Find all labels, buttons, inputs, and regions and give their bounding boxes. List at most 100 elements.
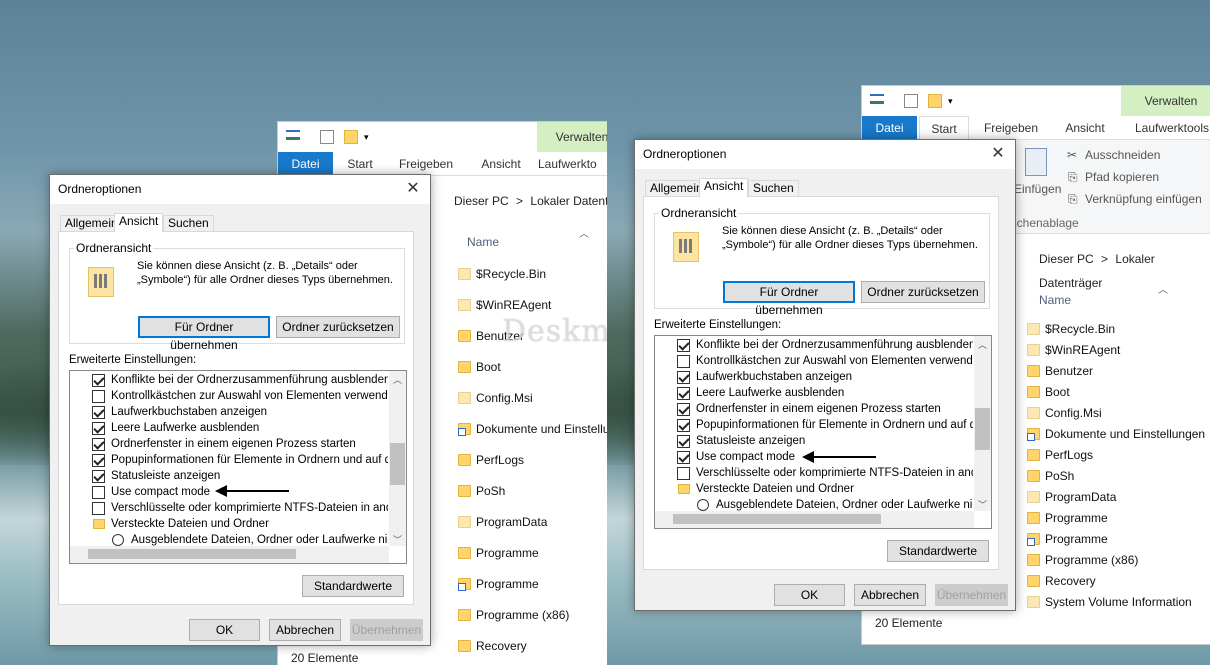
scroll-down-icon[interactable]: ﹀ xyxy=(389,533,406,546)
setting-row[interactable]: Versteckte Dateien und Ordner xyxy=(655,481,973,497)
context-tab-verwalten[interactable]: Verwalten xyxy=(537,122,607,152)
scroll-thumb[interactable] xyxy=(390,443,405,485)
reset-folders-button[interactable]: Ordner zurücksetzen xyxy=(861,281,985,303)
setting-row[interactable]: Statusleiste anzeigen xyxy=(655,433,973,449)
checkbox[interactable] xyxy=(677,371,690,384)
checkmark-doc-icon[interactable] xyxy=(904,94,918,108)
vertical-scrollbar[interactable]: ︿ ﹀ xyxy=(389,371,406,546)
close-icon[interactable]: ✕ xyxy=(987,140,1009,169)
checkbox[interactable] xyxy=(92,454,105,467)
setting-row[interactable]: Ordnerfenster in einem eigenen Prozess s… xyxy=(70,436,388,452)
tab-start[interactable]: Start xyxy=(919,116,969,140)
radio-button[interactable] xyxy=(112,534,124,546)
setting-row[interactable]: Leere Laufwerke ausblenden xyxy=(70,420,388,436)
checkbox[interactable] xyxy=(677,419,690,432)
advanced-settings-list[interactable]: Konflikte bei der Ordnerzusammenführung … xyxy=(69,370,407,564)
advanced-settings-list[interactable]: Konflikte bei der Ordnerzusammenführung … xyxy=(654,335,992,529)
radio-button[interactable] xyxy=(697,499,709,511)
dropdown-arrow-icon[interactable]: ▾ xyxy=(948,94,962,108)
copy-path-button[interactable]: Pfad kopieren xyxy=(1085,170,1159,184)
scroll-thumb[interactable] xyxy=(975,408,990,450)
defaults-button[interactable]: Standardwerte xyxy=(302,575,404,597)
setting-row[interactable]: Versteckte Dateien und Ordner xyxy=(70,516,388,532)
checkbox[interactable] xyxy=(677,451,690,464)
checkbox[interactable] xyxy=(92,502,105,515)
setting-row[interactable]: Kontrollkästchen zur Auswahl von Element… xyxy=(655,353,973,369)
tab-laufwerktools[interactable]: Laufwerktools xyxy=(1124,116,1210,140)
scroll-down-icon[interactable]: ﹀ xyxy=(974,498,991,511)
hscroll-thumb[interactable] xyxy=(673,514,881,524)
setting-row[interactable]: Popupinformationen für Elemente in Ordne… xyxy=(655,417,973,433)
tab-start[interactable]: Start xyxy=(338,152,382,176)
breadcrumb-this-pc[interactable]: Dieser PC xyxy=(454,194,509,208)
ok-button[interactable]: OK xyxy=(774,584,845,606)
checkbox[interactable] xyxy=(677,435,690,448)
setting-row[interactable]: Popupinformationen für Elemente in Ordne… xyxy=(70,452,388,468)
setting-row[interactable]: Use compact mode xyxy=(70,484,388,500)
tab-freigeben[interactable]: Freigeben xyxy=(390,152,462,176)
checkbox[interactable] xyxy=(92,422,105,435)
breadcrumb-this-pc[interactable]: Dieser PC xyxy=(1039,252,1094,266)
tab-ansicht[interactable]: Ansicht xyxy=(114,213,164,232)
tab-suchen[interactable]: Suchen xyxy=(163,215,214,231)
checkbox[interactable] xyxy=(677,355,690,368)
address-bar[interactable]: Dieser PC > Lokaler Datenträger xyxy=(1039,247,1210,290)
properties-icon[interactable] xyxy=(286,130,300,140)
apply-to-folders-button[interactable]: Für Ordner übernehmen xyxy=(138,316,270,352)
tab-ansicht[interactable]: Ansicht xyxy=(699,178,749,197)
hscroll-thumb[interactable] xyxy=(88,549,296,559)
cut-button[interactable]: Ausschneiden xyxy=(1085,148,1160,162)
tab-ansicht[interactable]: Ansicht xyxy=(1056,116,1114,140)
scroll-up-icon[interactable]: ︿ xyxy=(974,338,991,351)
close-icon[interactable]: ✕ xyxy=(402,175,424,204)
properties-icon[interactable] xyxy=(870,94,884,104)
checkbox[interactable] xyxy=(677,339,690,352)
new-folder-icon[interactable] xyxy=(344,130,358,144)
checkbox[interactable] xyxy=(677,387,690,400)
column-header-name[interactable]: Name xyxy=(467,235,499,249)
checkbox[interactable] xyxy=(677,467,690,480)
vertical-scrollbar[interactable]: ︿ ﹀ xyxy=(974,336,991,511)
cancel-button[interactable]: Abbrechen xyxy=(854,584,926,606)
checkbox[interactable] xyxy=(92,406,105,419)
tab-suchen[interactable]: Suchen xyxy=(748,180,799,196)
scroll-up-icon[interactable]: ︿ xyxy=(389,373,406,386)
horizontal-scrollbar[interactable] xyxy=(655,511,974,528)
paste-icon[interactable] xyxy=(1025,148,1047,176)
reset-folders-button[interactable]: Ordner zurücksetzen xyxy=(276,316,400,338)
tab-laufwerktools[interactable]: Laufwerkto xyxy=(536,152,607,176)
breadcrumb-local-drive[interactable]: Lokaler Datentr xyxy=(530,194,607,208)
setting-row[interactable]: Leere Laufwerke ausblenden xyxy=(655,385,973,401)
column-header-name[interactable]: Name xyxy=(1039,293,1071,307)
context-tab-verwalten[interactable]: Verwalten xyxy=(1121,86,1210,116)
address-bar[interactable]: Dieser PC > Lokaler Datentr xyxy=(454,189,607,213)
dropdown-arrow-icon[interactable]: ▾ xyxy=(364,130,378,144)
cancel-button[interactable]: Abbrechen xyxy=(269,619,341,641)
setting-row[interactable]: Laufwerkbuchstaben anzeigen xyxy=(70,404,388,420)
checkbox[interactable] xyxy=(92,486,105,499)
tab-datei[interactable]: Datei xyxy=(862,116,917,140)
ok-button[interactable]: OK xyxy=(189,619,260,641)
paste-label[interactable]: Einfügen xyxy=(1014,182,1061,196)
new-folder-icon[interactable] xyxy=(928,94,942,108)
checkbox[interactable] xyxy=(677,403,690,416)
setting-row[interactable]: Ordnerfenster in einem eigenen Prozess s… xyxy=(655,401,973,417)
scissors-icon[interactable]: ✂ xyxy=(1067,148,1077,162)
setting-row[interactable]: Konflikte bei der Ordnerzusammenführung … xyxy=(655,337,973,353)
checkbox[interactable] xyxy=(92,470,105,483)
checkmark-doc-icon[interactable] xyxy=(320,130,334,144)
tab-ansicht[interactable]: Ansicht xyxy=(472,152,530,176)
checkbox[interactable] xyxy=(92,390,105,403)
horizontal-scrollbar[interactable] xyxy=(70,546,389,563)
setting-row[interactable]: Konflikte bei der Ordnerzusammenführung … xyxy=(70,372,388,388)
setting-row[interactable]: Verschlüsselte oder komprimierte NTFS-Da… xyxy=(655,465,973,481)
setting-row[interactable]: Laufwerkbuchstaben anzeigen xyxy=(655,369,973,385)
setting-row[interactable]: Statusleiste anzeigen xyxy=(70,468,388,484)
defaults-button[interactable]: Standardwerte xyxy=(887,540,989,562)
setting-row[interactable]: Kontrollkästchen zur Auswahl von Element… xyxy=(70,388,388,404)
paste-shortcut-button[interactable]: Verknüpfung einfügen xyxy=(1085,192,1202,206)
checkbox[interactable] xyxy=(92,374,105,387)
tab-freigeben[interactable]: Freigeben xyxy=(976,116,1046,140)
copy-path-icon[interactable]: ⎘ xyxy=(1068,170,1078,185)
apply-to-folders-button[interactable]: Für Ordner übernehmen xyxy=(723,281,855,317)
